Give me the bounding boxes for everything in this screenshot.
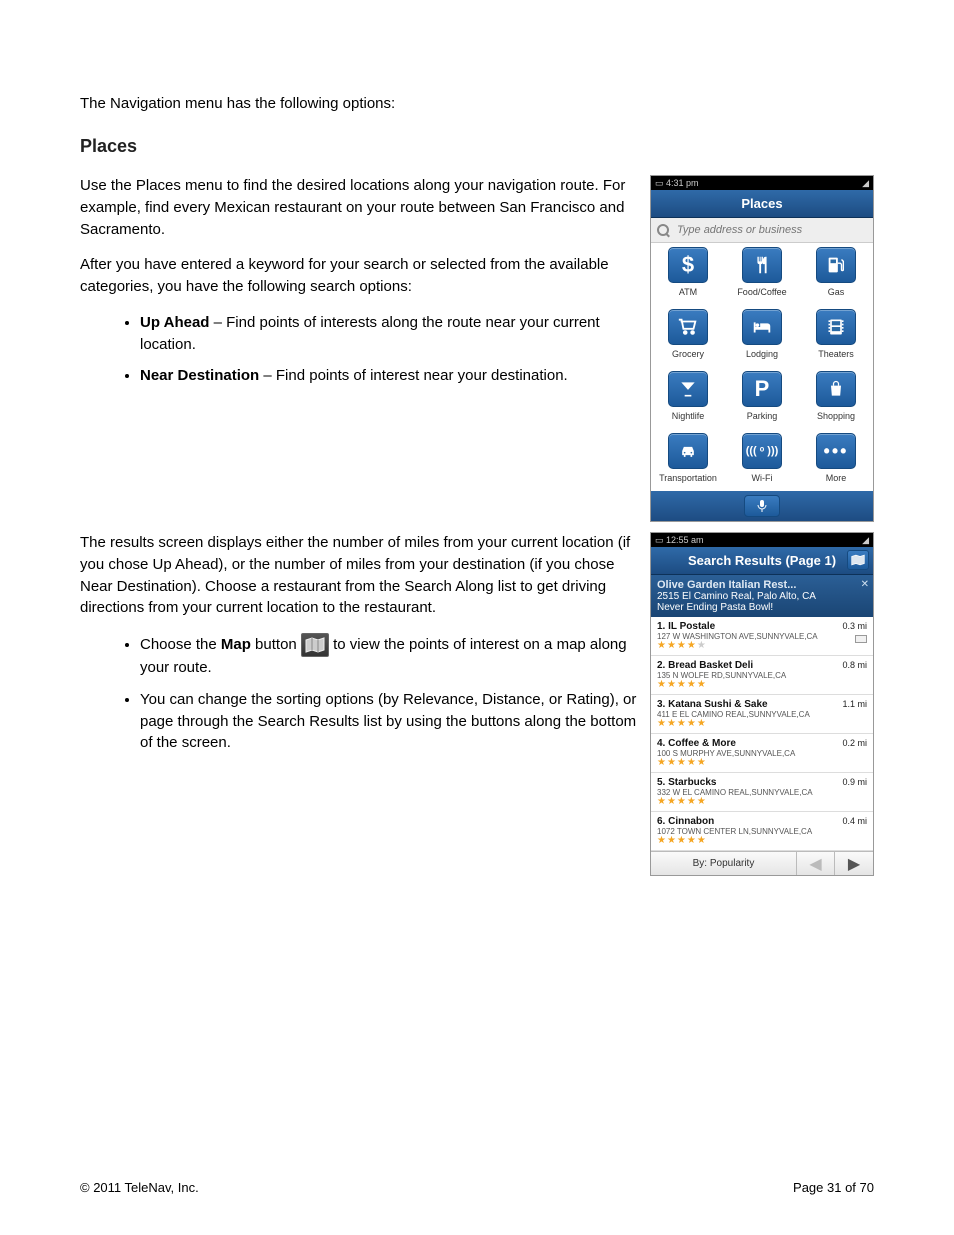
more-icon: ••• — [816, 433, 856, 469]
category-label: Nightlife — [672, 411, 705, 421]
result-name: 5. Starbucks — [657, 777, 867, 788]
atm-icon: $ — [668, 247, 708, 283]
sponsor-badge-icon — [855, 635, 867, 643]
category-label: Gas — [828, 287, 845, 297]
gas-icon — [816, 247, 856, 283]
category-lodging[interactable]: Lodging — [725, 305, 799, 367]
category-theaters[interactable]: Theaters — [799, 305, 873, 367]
grocery-icon — [668, 309, 708, 345]
wi-fi-icon: ((( ᵒ ))) — [742, 433, 782, 469]
category-transportation[interactable]: Transportation — [651, 429, 725, 491]
category-wi-fi[interactable]: ((( ᵒ ))) Wi-Fi — [725, 429, 799, 491]
result-distance: 0.9 mi — [842, 777, 867, 787]
next-page-button[interactable]: ▶ — [835, 852, 873, 875]
footer-copyright: © 2011 TeleNav, Inc. — [80, 1180, 199, 1195]
result-item[interactable]: 6. Cinnabon1072 TOWN CENTER LN,SUNNYVALE… — [651, 812, 873, 851]
map-button-icon — [301, 633, 329, 657]
category-label: Theaters — [818, 349, 854, 359]
category-label: Wi-Fi — [752, 473, 773, 483]
parking-icon: P — [742, 371, 782, 407]
category-label: Grocery — [672, 349, 704, 359]
footer-page: Page 31 of 70 — [793, 1180, 874, 1195]
food-coffee-icon — [742, 247, 782, 283]
category-label: Shopping — [817, 411, 855, 421]
category-food-coffee[interactable]: Food/Coffee — [725, 243, 799, 305]
screen-title: Search Results (Page 1) — [651, 547, 873, 575]
paragraph: After you have entered a keyword for you… — [80, 254, 638, 298]
category-grocery[interactable]: Grocery — [651, 305, 725, 367]
search-input[interactable] — [651, 218, 873, 243]
bullet-up-ahead: Up Ahead – Find points of interests alon… — [140, 312, 638, 356]
result-item[interactable]: 5. Starbucks332 W EL CAMINO REAL,SUNNYVA… — [651, 773, 873, 812]
result-name: 4. Coffee & More — [657, 738, 867, 749]
status-bar: ▭ 12:55 am◢ — [651, 533, 873, 547]
category-gas[interactable]: Gas — [799, 243, 873, 305]
category-label: Lodging — [746, 349, 778, 359]
close-icon[interactable]: ✕ — [861, 579, 869, 590]
lodging-icon — [742, 309, 782, 345]
search-icon — [657, 224, 669, 236]
map-button[interactable] — [847, 550, 869, 570]
shopping-icon — [816, 371, 856, 407]
nightlife-icon — [668, 371, 708, 407]
category-label: Transportation — [659, 473, 717, 483]
result-name: 3. Katana Sushi & Sake — [657, 699, 867, 710]
mic-button[interactable] — [744, 495, 780, 517]
result-name: 2. Bread Basket Deli — [657, 660, 867, 671]
rating-stars: ★★★★★ — [657, 641, 867, 651]
bullet-sort: You can change the sorting options (by R… — [140, 689, 638, 754]
result-distance: 0.8 mi — [842, 660, 867, 670]
search-field[interactable] — [675, 223, 867, 237]
result-item[interactable]: 4. Coffee & More100 S MURPHY AVE,SUNNYVA… — [651, 734, 873, 773]
rating-stars: ★★★★★ — [657, 797, 867, 807]
result-distance: 1.1 mi — [842, 699, 867, 709]
result-name: 1. IL Postale — [657, 621, 867, 632]
bullet-near-destination: Near Destination – Find points of intere… — [140, 365, 638, 387]
result-item[interactable]: 3. Katana Sushi & Sake411 E EL CAMINO RE… — [651, 695, 873, 734]
screenshot-search-results: ▭ 12:55 am◢ Search Results (Page 1) Oliv… — [650, 532, 874, 876]
rating-stars: ★★★★★ — [657, 758, 867, 768]
screenshot-places: ▭ 4:31 pm◢ Places $ ATM Food/Coffee Gas Groc… — [650, 175, 874, 522]
rating-stars: ★★★★★ — [657, 680, 867, 690]
result-name: 6. Cinnabon — [657, 816, 867, 827]
category-label: Food/Coffee — [737, 287, 786, 297]
paragraph: The results screen displays either the n… — [80, 532, 638, 619]
paragraph: Use the Places menu to find the desired … — [80, 175, 638, 240]
result-distance: 0.2 mi — [842, 738, 867, 748]
result-item[interactable]: 1. IL Postale127 W WASHINGTON AVE,SUNNYV… — [651, 617, 873, 656]
category-label: More — [826, 473, 847, 483]
intro-line: The Navigation menu has the following op… — [80, 95, 874, 112]
result-distance: 0.4 mi — [842, 816, 867, 826]
transportation-icon — [668, 433, 708, 469]
category-label: ATM — [679, 287, 697, 297]
category-atm[interactable]: $ ATM — [651, 243, 725, 305]
result-item[interactable]: 2. Bread Basket Deli135 N WOLFE RD,SUNNY… — [651, 656, 873, 695]
rating-stars: ★★★★★ — [657, 836, 867, 846]
featured-result[interactable]: Olive Garden Italian Rest... 2515 El Cam… — [651, 575, 873, 617]
category-shopping[interactable]: Shopping — [799, 367, 873, 429]
screen-title: Places — [651, 190, 873, 218]
category-more[interactable]: ••• More — [799, 429, 873, 491]
category-nightlife[interactable]: Nightlife — [651, 367, 725, 429]
result-distance: 0.3 mi — [842, 621, 867, 631]
prev-page-button[interactable]: ◀ — [797, 852, 835, 875]
status-bar: ▭ 4:31 pm◢ — [651, 176, 873, 190]
rating-stars: ★★★★★ — [657, 719, 867, 729]
section-heading-places: Places — [80, 136, 874, 157]
theaters-icon — [816, 309, 856, 345]
bullet-map: Choose the Map button to view the points… — [140, 633, 638, 679]
category-parking[interactable]: P Parking — [725, 367, 799, 429]
sort-button[interactable]: By: Popularity — [651, 852, 797, 875]
category-label: Parking — [747, 411, 778, 421]
